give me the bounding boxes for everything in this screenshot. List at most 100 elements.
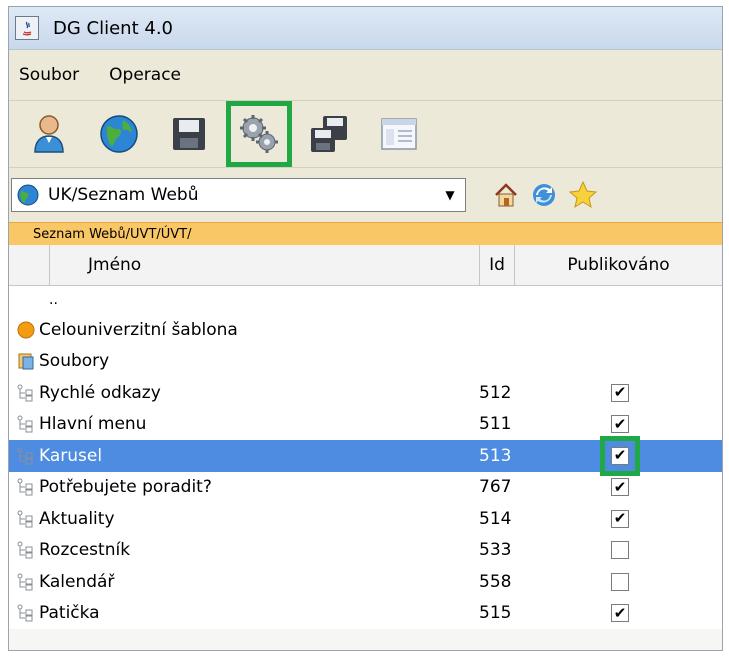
tree-node-icon — [17, 541, 35, 559]
row-name-cell: Karusel — [9, 446, 479, 466]
tree-node-icon — [17, 478, 35, 496]
row-name: Rozcestník — [39, 540, 131, 561]
star-icon[interactable] — [568, 180, 598, 210]
row-published-cell: ✔ — [569, 509, 722, 528]
table-row[interactable]: Patička 515 ✔ — [9, 597, 722, 629]
table-row[interactable]: Rozcestník 533 — [9, 534, 722, 566]
column-header-id[interactable]: Id — [480, 245, 515, 285]
row-name: Aktuality — [39, 508, 115, 529]
row-name-cell: Celouniverzitní šablona — [9, 320, 479, 340]
home-icon[interactable] — [492, 181, 520, 209]
tree-node-icon — [17, 447, 35, 465]
row-published-cell: ✔ — [569, 604, 722, 623]
row-published-cell: ✔ — [569, 435, 722, 476]
settings-button[interactable] — [226, 101, 292, 167]
tree-node-icon — [17, 384, 35, 402]
tree-node-icon — [17, 510, 35, 528]
window-title: DG Client 4.0 — [53, 17, 173, 39]
template-icon — [17, 321, 35, 339]
tree-node-icon — [17, 573, 35, 591]
row-name: Potřebujete poradit? — [39, 477, 212, 498]
user-icon — [34, 115, 64, 153]
row-id: 513 — [479, 445, 512, 466]
globe-icon — [17, 184, 39, 206]
globe-icon — [100, 115, 138, 153]
row-name: Kalendář — [39, 571, 115, 592]
table-row[interactable]: Kalendář 558 — [9, 566, 722, 598]
published-checkbox[interactable] — [611, 572, 629, 591]
published-checkbox[interactable]: ✔ — [611, 509, 629, 528]
nav-icons — [492, 180, 598, 210]
row-id: 558 — [479, 571, 512, 592]
menu-operace[interactable]: Operace — [105, 63, 185, 87]
table-row[interactable]: Rychlé odkazy 512 ✔ — [9, 377, 722, 409]
files-icon — [17, 352, 35, 370]
row-name: Soubory — [39, 351, 110, 372]
row-published-cell — [569, 541, 722, 560]
published-checkbox[interactable]: ✔ — [611, 604, 629, 623]
row-id: 767 — [479, 477, 512, 498]
row-name-cell: Rozcestník — [9, 540, 479, 560]
row-id: 511 — [479, 414, 512, 435]
java-app-icon — [15, 16, 39, 40]
refresh-icon[interactable] — [530, 181, 558, 209]
row-published-cell: ✔ — [569, 415, 722, 434]
header-spacer — [9, 245, 50, 285]
site-selector-value: UK/Seznam Webů — [48, 185, 199, 205]
row-name-cell: Kalendář — [9, 572, 479, 592]
table-header: Jméno Id Publikováno — [9, 245, 722, 286]
table-body: Celouniverzitní šablona Soubory Rychlé odk… — [9, 314, 722, 629]
navigation-row: UK/Seznam Webů ▼ — [9, 168, 722, 222]
row-name-cell: Potřebujete poradit? — [9, 477, 479, 497]
parent-directory: .. — [49, 292, 58, 308]
window-list-icon — [381, 118, 417, 150]
site-selector[interactable]: UK/Seznam Webů ▼ — [11, 178, 466, 212]
row-published-cell — [569, 572, 722, 591]
save-button[interactable] — [163, 108, 215, 160]
row-name: Hlavní menu — [39, 414, 147, 435]
menu-soubor[interactable]: Soubor — [15, 63, 83, 87]
published-checkbox[interactable]: ✔ — [611, 383, 629, 402]
published-checkbox[interactable]: ✔ — [611, 415, 629, 434]
column-header-published[interactable]: Publikováno — [515, 245, 722, 285]
row-name-cell: Rychlé odkazy — [9, 383, 479, 403]
chevron-down-icon[interactable]: ▼ — [435, 188, 465, 202]
app-window: DG Client 4.0 Soubor Operace UK/Seznam W… — [8, 6, 723, 651]
pages-table: Jméno Id Publikováno .. Celouniverzitní … — [9, 245, 722, 629]
save-multiple-icon — [311, 116, 347, 152]
table-row[interactable]: Potřebujete poradit? 767 ✔ — [9, 471, 722, 503]
published-checkbox[interactable] — [611, 541, 629, 560]
menu-bar: Soubor Operace — [9, 50, 722, 101]
user-button[interactable] — [23, 108, 75, 160]
gears-icon — [240, 115, 278, 153]
row-name: Rychlé odkazy — [39, 382, 161, 403]
row-name-cell: Aktuality — [9, 509, 479, 529]
table-row[interactable]: Celouniverzitní šablona — [9, 314, 722, 346]
published-checkbox[interactable]: ✔ — [611, 478, 629, 497]
table-row[interactable]: Aktuality 514 ✔ — [9, 503, 722, 535]
row-name: Celouniverzitní šablona — [39, 319, 238, 340]
row-name-cell: Hlavní menu — [9, 414, 479, 434]
breadcrumb: Seznam Webů/UVT/ÚVT/ — [9, 222, 722, 245]
row-id: 514 — [479, 508, 512, 529]
save-icon — [173, 118, 205, 150]
published-checkbox[interactable]: ✔ — [600, 435, 640, 476]
row-published-cell: ✔ — [569, 383, 722, 402]
save-all-button[interactable] — [303, 108, 355, 160]
globe-button[interactable] — [93, 108, 145, 160]
row-id: 515 — [479, 603, 512, 624]
table-row[interactable]: Hlavní menu 511 ✔ — [9, 408, 722, 440]
window-list-button[interactable] — [373, 108, 425, 160]
title-bar: DG Client 4.0 — [9, 7, 722, 50]
tree-node-icon — [17, 415, 35, 433]
row-published-cell: ✔ — [569, 478, 722, 497]
column-header-name[interactable]: Jméno — [50, 245, 480, 285]
tree-node-icon — [17, 604, 35, 622]
row-name: Patička — [39, 603, 100, 624]
table-row[interactable]: Soubory — [9, 345, 722, 377]
row-id: 512 — [479, 382, 512, 403]
toolbar — [9, 101, 722, 168]
table-row-parent[interactable]: .. — [9, 286, 722, 314]
row-name: Karusel — [39, 445, 103, 466]
table-row[interactable]: Karusel 513 ✔ — [9, 435, 722, 476]
